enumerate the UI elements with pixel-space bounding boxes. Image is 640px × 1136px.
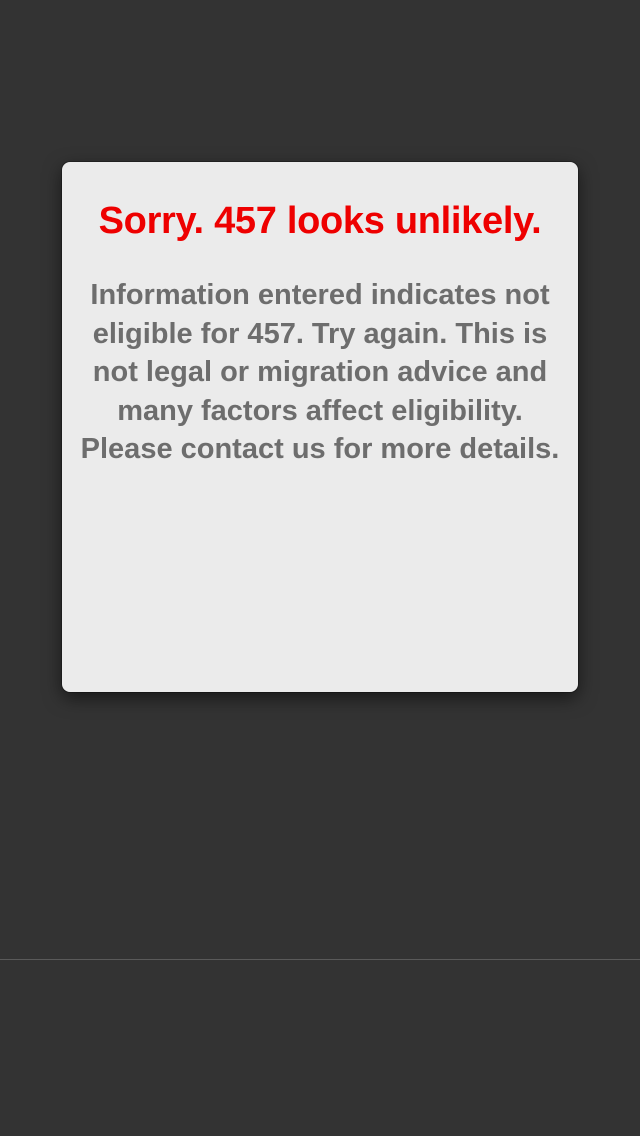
dialog-title: Sorry. 457 looks unlikely. bbox=[98, 200, 542, 242]
bottom-divider bbox=[0, 959, 640, 960]
eligibility-result-dialog[interactable]: Sorry. 457 looks unlikely. Information e… bbox=[62, 162, 578, 692]
dialog-message: Information entered indicates not eligib… bbox=[80, 279, 560, 465]
app-screen: Sorry. 457 looks unlikely. Information e… bbox=[0, 0, 640, 1136]
